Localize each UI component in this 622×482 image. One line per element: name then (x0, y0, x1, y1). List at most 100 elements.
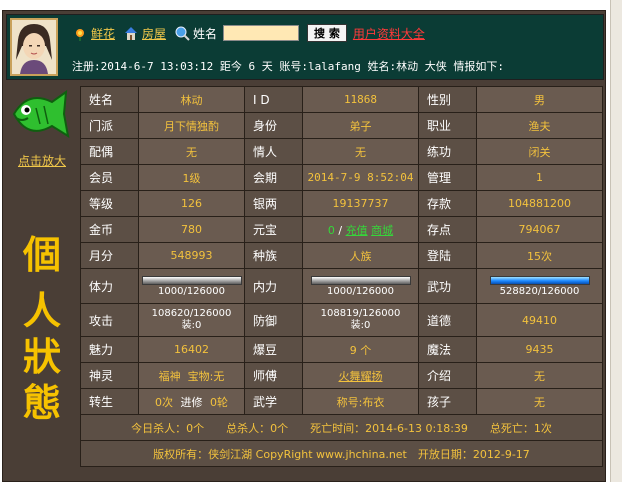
avatar (10, 18, 58, 76)
search-button[interactable]: 搜 索 (307, 24, 347, 42)
label-cell: 会期 (244, 164, 303, 191)
mp-text: 1000/126000 (327, 285, 394, 297)
deity-cell: 福神 宝物:无 (138, 362, 245, 389)
table-row: 神灵 福神 宝物:无 师傅 火舞耀扬 介绍 无 (80, 362, 603, 389)
flower-icon (72, 25, 88, 41)
value-cell: 1 (476, 164, 603, 191)
value-cell: 无 (476, 362, 603, 389)
value-cell: 1级 (138, 164, 245, 191)
label-cell: 体力 (80, 268, 139, 304)
value-cell: 548993 (138, 242, 245, 269)
defense-cell: 108819/126000 装:0 (302, 303, 419, 337)
skill-text: 528820/126000 (499, 285, 580, 297)
value-cell: 无 (138, 138, 245, 165)
enlarge-link[interactable]: 点击放大 (6, 152, 78, 169)
value-cell: 闭关 (476, 138, 603, 165)
registration-info: 注册:2014-6-7 13:03:12 距今 6 天 账号:lalafang … (72, 60, 505, 73)
table-row: 金币 780 元宝 0 / 充值 商城 存点 794067 (80, 216, 603, 243)
recharge-link[interactable]: 充值 (346, 224, 368, 237)
label-cell: 等级 (80, 190, 139, 217)
title-char-1: 個 (22, 232, 61, 277)
label-cell: 孩子 (418, 388, 477, 415)
table-row: 魅力 16402 爆豆 9 个 魔法 9435 (80, 336, 603, 363)
value-cell: 林动 (138, 86, 245, 113)
skill-bar (489, 275, 590, 285)
search-globe-icon (174, 25, 190, 41)
title-char-4: 態 (22, 380, 61, 425)
advance-label: 进修 (180, 395, 203, 409)
label-cell: 月分 (80, 242, 139, 269)
label-cell: 道德 (418, 303, 477, 337)
table-row: 版权所有：侠剑江湖 CopyRight www.jhchina.net 开放日期… (80, 440, 603, 467)
master-link[interactable]: 火舞耀扬 (339, 370, 383, 383)
label-cell: 魔法 (418, 336, 477, 363)
attack-line2: 装:0 (181, 320, 202, 331)
table-row: 门派 月下情独酌 身份 弟子 职业 渔夫 (80, 112, 603, 139)
value-cell: 9435 (476, 336, 603, 363)
value-cell: 无 (302, 138, 419, 165)
label-cell: 金币 (80, 216, 139, 243)
defense-line2: 装:0 (350, 320, 371, 331)
label-cell: 登陆 (418, 242, 477, 269)
house-icon (123, 25, 139, 41)
yuanbao-value: 0 (327, 223, 335, 237)
advance-value: 0轮 (210, 395, 228, 409)
hp-text: 1000/126000 (158, 285, 225, 297)
hp-bar-cell: 1000/126000 (138, 268, 245, 304)
label-cell: 魅力 (80, 336, 139, 363)
label-cell: 身份 (244, 112, 303, 139)
label-cell: 性别 (418, 86, 477, 113)
table-row: 会员 1级 会期 2014-7-9 8:52:04 管理 1 (80, 164, 603, 191)
value-cell: 11868 (302, 86, 419, 113)
value-cell: 104881200 (476, 190, 603, 217)
table-row: 姓名 林动 I D 11868 性别 男 (80, 86, 603, 113)
label-cell: 会员 (80, 164, 139, 191)
rebirth-value: 0次 (155, 395, 173, 409)
table-row: 转生 0次 进修 0轮 武学 称号:布衣 孩子 无 (80, 388, 603, 415)
label-cell: 存点 (418, 216, 477, 243)
label-cell: 内力 (244, 268, 303, 304)
rebirth-cell: 0次 进修 0轮 (138, 388, 245, 415)
flower-link[interactable]: 鲜花 (91, 25, 115, 42)
attack-cell: 108620/126000 装:0 (138, 303, 245, 337)
master-cell: 火舞耀扬 (302, 362, 419, 389)
value-cell: 男 (476, 86, 603, 113)
window-scrollbar[interactable] (610, 0, 622, 482)
table-row: 等级 126 银两 19137737 存款 104881200 (80, 190, 603, 217)
user-data-link[interactable]: 用户资料大全 (353, 25, 425, 42)
value-cell: 2014-7-9 8:52:04 (302, 164, 419, 191)
value-cell: 794067 (476, 216, 603, 243)
kill-stats: 今日杀人：0个 总杀人：0个 死亡时间：2014-6-13 0:18:39 总死… (80, 414, 603, 441)
house-link[interactable]: 房屋 (142, 25, 166, 42)
label-cell: 防御 (244, 303, 303, 337)
label-cell: 神灵 (80, 362, 139, 389)
value-cell: 15次 (476, 242, 603, 269)
label-cell: 武学 (244, 388, 303, 415)
value-cell: 弟子 (302, 112, 419, 139)
label-cell: 存款 (418, 190, 477, 217)
value-cell: 渔夫 (476, 112, 603, 139)
label-cell: 爆豆 (244, 336, 303, 363)
label-cell: 姓名 (80, 86, 139, 113)
label-cell: 种族 (244, 242, 303, 269)
label-cell: 管理 (418, 164, 477, 191)
mp-bar-cell: 1000/126000 (302, 268, 419, 304)
label-cell: I D (244, 86, 303, 113)
status-table: 姓名 林动 I D 11868 性别 男 门派 月下情独酌 身份 弟子 职业 渔… (80, 86, 603, 467)
table-row: 配偶 无 情人 无 练功 闭关 (80, 138, 603, 165)
label-cell: 师傅 (244, 362, 303, 389)
name-label: 姓名 (193, 26, 218, 41)
label-cell: 银两 (244, 190, 303, 217)
value-cell: 人族 (302, 242, 419, 269)
label-cell: 情人 (244, 138, 303, 165)
skill-bar-cell: 528820/126000 (476, 268, 603, 304)
label-cell: 职业 (418, 112, 477, 139)
name-search-input[interactable] (223, 25, 300, 41)
label-cell: 配偶 (80, 138, 139, 165)
value-cell: 月下情独酌 (138, 112, 245, 139)
label-cell: 武功 (418, 268, 477, 304)
value-cell: 780 (138, 216, 245, 243)
mall-link[interactable]: 商城 (371, 224, 393, 237)
table-row: 月分 548993 种族 人族 登陆 15次 (80, 242, 603, 269)
value-cell: 9 个 (302, 336, 419, 363)
